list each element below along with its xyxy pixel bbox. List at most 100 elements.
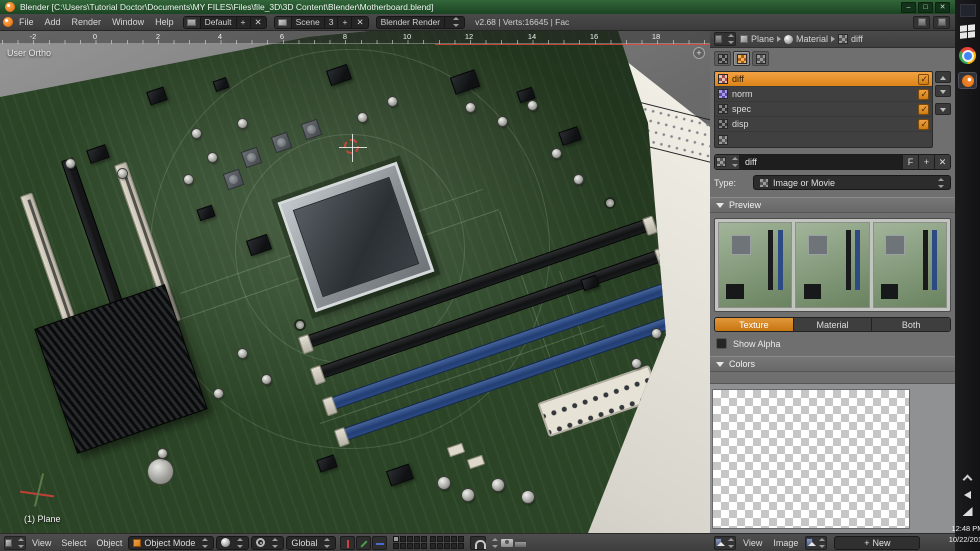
- scene-users-badge[interactable]: 3: [323, 16, 338, 28]
- texture-slot-row[interactable]: norm: [715, 87, 932, 102]
- tab-other-texture[interactable]: [752, 51, 769, 66]
- layer-toggle[interactable]: [437, 536, 444, 542]
- delete-screen-button[interactable]: ✕: [249, 16, 266, 28]
- menu-help[interactable]: Help: [150, 17, 179, 27]
- image-menu-image[interactable]: Image: [769, 538, 802, 548]
- render-engine-value[interactable]: Blender Render: [377, 17, 445, 28]
- texture-type-dropdown[interactable]: Image or Movie: [753, 175, 951, 190]
- layer-toggle[interactable]: [393, 536, 400, 542]
- show-alpha-checkbox[interactable]: [716, 338, 727, 349]
- tray-expand-icon[interactable]: [962, 474, 973, 485]
- menu-render[interactable]: Render: [67, 17, 107, 27]
- breadcrumb-material[interactable]: Material: [796, 34, 828, 44]
- screen-layout-name[interactable]: Default: [199, 16, 236, 28]
- fake-user-button[interactable]: F: [902, 155, 918, 169]
- layer-toggle[interactable]: [414, 543, 421, 549]
- layer-toggle[interactable]: [458, 536, 465, 542]
- add-scene-button[interactable]: +: [337, 16, 351, 28]
- preview-mode-both[interactable]: Both: [871, 318, 950, 331]
- pivot-dropdown[interactable]: [251, 535, 285, 550]
- layer-toggle[interactable]: [414, 536, 421, 542]
- scene-name[interactable]: Scene: [290, 16, 324, 28]
- texture-enable-checkbox[interactable]: [918, 103, 929, 115]
- texture-slot-row[interactable]: disp: [715, 117, 932, 132]
- close-button[interactable]: ✕: [935, 1, 950, 13]
- colors-panel-header[interactable]: Colors: [710, 356, 955, 372]
- volume-icon[interactable]: [964, 491, 971, 499]
- rotate-manipulator-button[interactable]: [356, 535, 372, 550]
- scale-manipulator-button[interactable]: [372, 535, 388, 550]
- orientation-dropdown[interactable]: Global: [286, 535, 337, 550]
- desktop-tile-icon[interactable]: [959, 4, 976, 17]
- preview-mode-texture[interactable]: Texture: [715, 318, 793, 331]
- shading-dropdown[interactable]: [216, 535, 250, 550]
- layer-toggle[interactable]: [444, 543, 451, 549]
- image-menu-view[interactable]: View: [739, 538, 766, 548]
- add-screen-button[interactable]: +: [235, 16, 250, 28]
- opengl-animation-button[interactable]: [515, 538, 527, 547]
- layer-toggle[interactable]: [421, 536, 428, 542]
- opengl-render-button[interactable]: [501, 538, 514, 547]
- layer-toggle[interactable]: [400, 543, 407, 549]
- breadcrumb-texture[interactable]: diff: [851, 34, 863, 44]
- scene-browse-button[interactable]: [274, 16, 291, 28]
- new-texture-button[interactable]: +: [918, 155, 934, 169]
- menu-object[interactable]: Object: [92, 538, 126, 548]
- texture-enable-checkbox[interactable]: [918, 73, 929, 85]
- layer-toggle[interactable]: [444, 536, 451, 542]
- app-menu-icon[interactable]: [3, 17, 13, 27]
- slot-specials-menu-button[interactable]: [935, 103, 951, 115]
- properties-editor-type-button[interactable]: [714, 32, 736, 46]
- viewport-3d[interactable]: -2 0 2 4 6 8 10 12 14 16 18 User Ortho +…: [0, 31, 710, 533]
- browse-image-button[interactable]: [805, 535, 828, 550]
- screen-browse-button[interactable]: [183, 16, 200, 28]
- texture-slot-row-empty[interactable]: [715, 132, 932, 147]
- menu-window[interactable]: Window: [107, 17, 149, 27]
- layer-toggle[interactable]: [407, 536, 414, 542]
- menu-view[interactable]: View: [28, 538, 55, 548]
- layer-toggle[interactable]: [400, 536, 407, 542]
- layer-toggle[interactable]: [430, 536, 437, 542]
- new-image-button[interactable]: + New: [834, 535, 921, 550]
- menu-add[interactable]: Add: [40, 17, 66, 27]
- editor-pin-button[interactable]: [933, 15, 950, 29]
- delete-scene-button[interactable]: ✕: [351, 16, 367, 28]
- mode-dropdown[interactable]: Object Mode: [128, 535, 215, 550]
- layer-toggle[interactable]: [430, 543, 437, 549]
- texture-slot-row[interactable]: diff: [715, 72, 932, 87]
- texture-enable-checkbox[interactable]: [918, 88, 929, 100]
- unlink-texture-button[interactable]: ✕: [934, 155, 950, 169]
- start-button[interactable]: [959, 24, 976, 40]
- texture-name-field[interactable]: diff: [739, 155, 902, 169]
- layer-toggle[interactable]: [451, 543, 458, 549]
- layer-toggle[interactable]: [407, 543, 414, 549]
- layer-toggle[interactable]: [458, 543, 465, 549]
- network-icon[interactable]: [962, 507, 973, 516]
- editor-type-button[interactable]: [4, 535, 26, 550]
- preview-panel-header[interactable]: Preview: [710, 197, 955, 213]
- menu-file[interactable]: File: [14, 17, 39, 27]
- move-slot-down-button[interactable]: [935, 85, 951, 97]
- chrome-icon[interactable]: [959, 47, 976, 64]
- layer-toggle[interactable]: [421, 543, 428, 549]
- layer-toggle[interactable]: [451, 536, 458, 542]
- image-editor-canvas[interactable]: [710, 383, 955, 533]
- system-clock[interactable]: 12:48 PM 10/22/2013: [949, 524, 980, 545]
- preview-mode-material[interactable]: Material: [792, 318, 872, 331]
- layer-toggle[interactable]: [437, 543, 444, 549]
- texture-enable-checkbox[interactable]: [918, 118, 929, 130]
- maximize-button[interactable]: □: [918, 1, 933, 13]
- tab-world-texture[interactable]: [714, 51, 731, 66]
- expand-region-button[interactable]: +: [693, 47, 705, 59]
- layer-toggle[interactable]: [393, 543, 400, 549]
- tab-material-texture[interactable]: [733, 51, 750, 66]
- snap-dropdown-arrows-icon[interactable]: [491, 537, 499, 548]
- move-slot-up-button[interactable]: [935, 71, 951, 83]
- breadcrumb-object[interactable]: Plane: [751, 34, 774, 44]
- editor-options-button[interactable]: [913, 15, 930, 29]
- menu-select[interactable]: Select: [57, 538, 90, 548]
- image-editor-type-button[interactable]: [714, 535, 736, 550]
- blender-taskbar-icon[interactable]: [958, 72, 977, 89]
- texture-slot-row[interactable]: spec: [715, 102, 932, 117]
- translate-manipulator-button[interactable]: [340, 535, 356, 550]
